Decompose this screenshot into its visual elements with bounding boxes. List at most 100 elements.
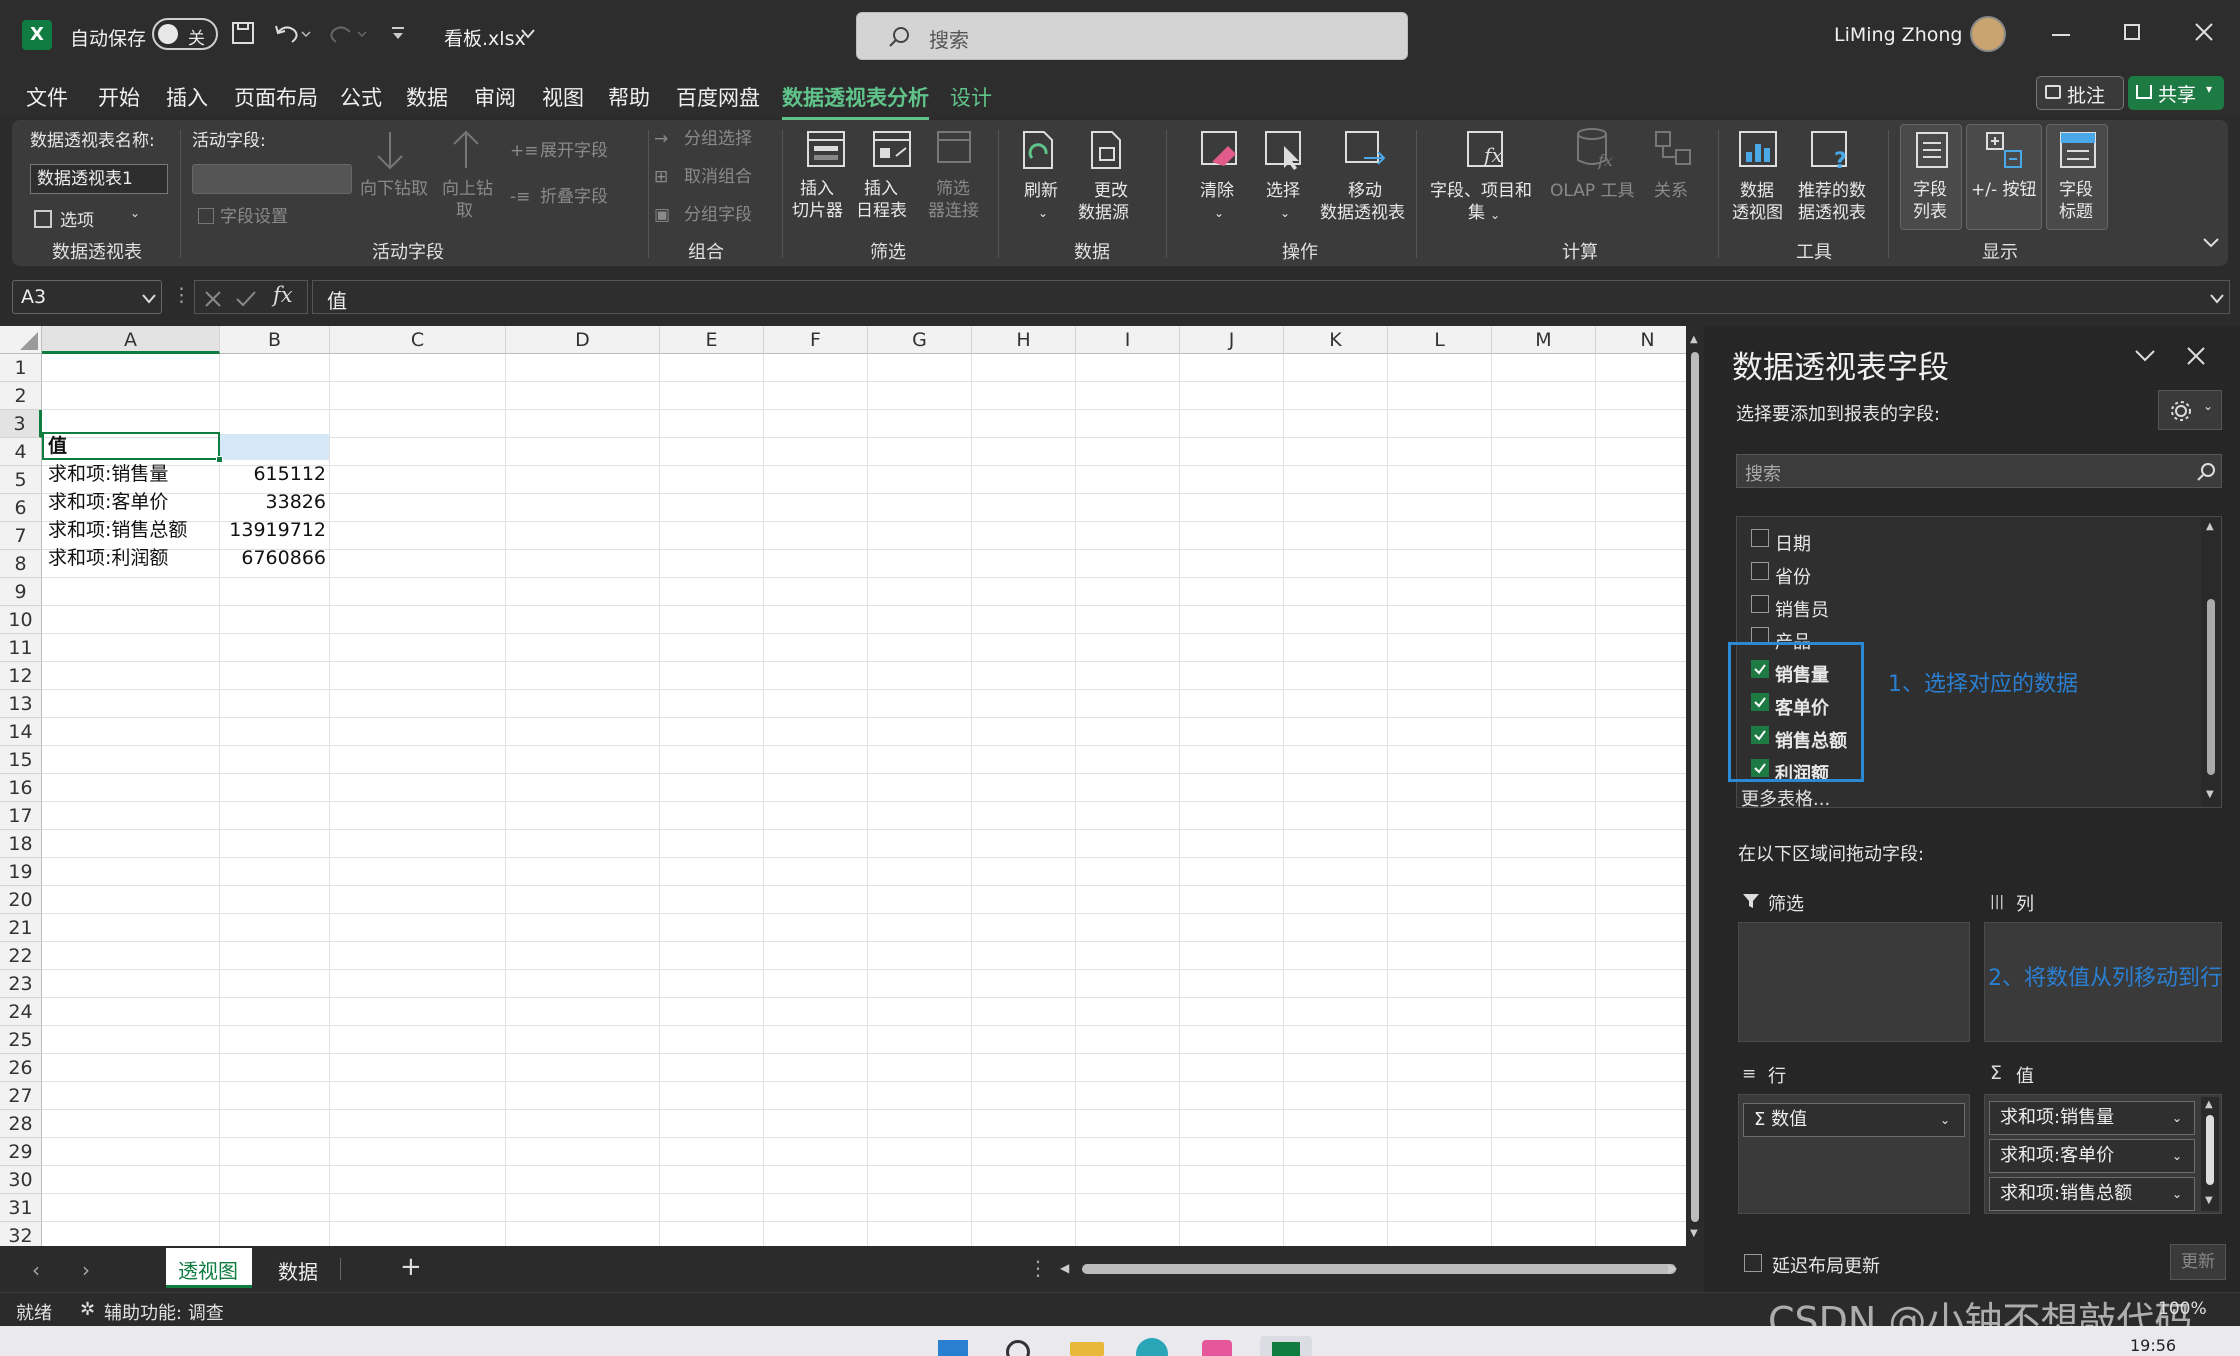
cancel-icon[interactable] <box>203 289 223 309</box>
name-box[interactable]: A3 <box>12 280 162 314</box>
row-header-6[interactable]: 6 <box>0 494 42 522</box>
row-header-30[interactable]: 30 <box>0 1166 42 1194</box>
row-header-31[interactable]: 31 <box>0 1194 42 1222</box>
row-header-3[interactable]: 3 <box>0 410 42 438</box>
horizontal-scrollbar[interactable]: ◀ ▶ <box>1058 1258 1686 1280</box>
cell-b7[interactable]: 6760866 <box>220 544 330 572</box>
cell-b6[interactable]: 13919712 <box>220 516 330 544</box>
row-header-28[interactable]: 28 <box>0 1110 42 1138</box>
clear-button[interactable]: 清除 <box>1200 180 1234 202</box>
column-header-n[interactable]: N <box>1596 326 1686 354</box>
values-scroll-thumb[interactable] <box>2206 1115 2214 1185</box>
scroll-down-icon[interactable]: ▼ <box>2205 1195 2213 1206</box>
accessibility-status[interactable]: 辅助功能: 调查 <box>104 1299 224 1325</box>
plus-minus-buttons[interactable]: +/- 按钮 <box>1966 124 2042 230</box>
insert-slicer-button[interactable]: 插入 <box>800 178 834 200</box>
pane-options-chevron-icon[interactable] <box>2134 348 2156 364</box>
expand-field-button[interactable]: 展开字段 <box>540 140 608 162</box>
row-header-9[interactable]: 9 <box>0 578 42 606</box>
vertical-scrollbar[interactable]: ▲ ▼ <box>1686 326 1704 1246</box>
ribbon-collapse-icon[interactable] <box>2202 236 2220 250</box>
field-list-scroll-thumb[interactable] <box>2207 599 2215 775</box>
scroll-right-icon[interactable]: ▶ <box>1668 1261 1677 1275</box>
cell-a5[interactable]: 求和项:客单价 <box>44 488 172 516</box>
tab-file[interactable]: 文件 <box>26 82 68 112</box>
column-header-m[interactable]: M <box>1492 326 1596 354</box>
row-header-16[interactable]: 16 <box>0 774 42 802</box>
values-scrollbar[interactable]: ▲ ▼ <box>2201 1097 2219 1211</box>
row-header-17[interactable]: 17 <box>0 802 42 830</box>
scroll-up-icon[interactable]: ▲ <box>2206 521 2214 532</box>
row-header-24[interactable]: 24 <box>0 998 42 1026</box>
column-header-c[interactable]: C <box>330 326 506 354</box>
options-button[interactable]: 选项 ⌄ <box>34 206 154 234</box>
field-search-input[interactable]: 搜索 <box>1736 454 2222 488</box>
cell-a4[interactable]: 求和项:销售量 <box>44 460 172 488</box>
start-icon[interactable] <box>938 1340 968 1356</box>
move-pivottable-button[interactable]: 移动 <box>1348 180 1382 202</box>
field-settings-button[interactable]: 字段设置 <box>220 206 288 228</box>
column-header-a[interactable]: A <box>42 326 220 354</box>
filter-connections-button[interactable]: 筛选 <box>936 178 970 200</box>
filter-drop-zone[interactable] <box>1738 922 1970 1042</box>
customize-qat-icon[interactable] <box>390 24 406 44</box>
row-header-27[interactable]: 27 <box>0 1082 42 1110</box>
rows-drop-zone[interactable]: Σ 数值 ⌄ <box>1738 1094 1970 1214</box>
cell-a3[interactable]: 值 <box>44 432 71 460</box>
confirm-icon[interactable] <box>235 289 257 309</box>
scroll-left-icon[interactable]: ◀ <box>1060 1261 1069 1275</box>
edge-icon[interactable] <box>1136 1338 1168 1356</box>
file-name[interactable]: 看板.xlsx <box>444 24 526 51</box>
field-list-button[interactable]: 字段 列表 <box>1900 124 1962 230</box>
add-sheet-button[interactable]: + <box>400 1252 422 1282</box>
close-icon[interactable] <box>2194 22 2214 42</box>
column-header-l[interactable]: L <box>1388 326 1492 354</box>
drill-down-button[interactable]: 向下钻取 <box>360 178 428 200</box>
drill-up-button[interactable]: 向上钻 <box>442 178 493 200</box>
checkbox[interactable] <box>1751 595 1769 613</box>
name-box-chevron-icon[interactable] <box>141 293 157 305</box>
olap-tools-button[interactable]: OLAP 工具 <box>1550 180 1635 202</box>
insert-timeline-button[interactable]: 插入 <box>864 178 898 200</box>
row-header-8[interactable]: 8 <box>0 550 42 578</box>
row-header-10[interactable]: 10 <box>0 606 42 634</box>
sheet-tab-data[interactable]: 数据 <box>278 1256 318 1285</box>
cell-b4[interactable]: 615112 <box>220 460 330 488</box>
formula-input[interactable]: 值 <box>312 280 2230 314</box>
autosave-toggle[interactable]: 关 <box>152 18 218 50</box>
tab-split-grip[interactable]: ⋮ <box>1028 1256 1048 1280</box>
values-item-unit-price[interactable]: 求和项:客单价 ⌄ <box>1989 1139 2195 1173</box>
select-all-corner[interactable] <box>0 326 42 354</box>
field-item-province[interactable]: 省份 <box>1737 558 2197 588</box>
row-header-32[interactable]: 32 <box>0 1222 42 1246</box>
row-header-7[interactable]: 7 <box>0 522 42 550</box>
row-header-11[interactable]: 11 <box>0 634 42 662</box>
scroll-up-icon[interactable]: ▲ <box>2205 1099 2213 1110</box>
tab-home[interactable]: 开始 <box>98 82 140 112</box>
spreadsheet-grid[interactable]: ABCDEFGHIJKLMN 1 2 3 4 5 6 7 8 9 10 11 12 13 14 15 16 17… <box>0 326 1686 1246</box>
cell-a6[interactable]: 求和项:销售总额 <box>44 516 191 544</box>
excel-taskbar-button[interactable] <box>1260 1336 1312 1356</box>
values-item-total-sales[interactable]: 求和项:销售总额 ⌄ <box>1989 1177 2195 1211</box>
row-header-2[interactable]: 2 <box>0 382 42 410</box>
minimize-icon[interactable] <box>2052 34 2070 36</box>
row-header-29[interactable]: 29 <box>0 1138 42 1166</box>
column-header-j[interactable]: J <box>1180 326 1284 354</box>
row-header-13[interactable]: 13 <box>0 690 42 718</box>
relationships-button[interactable]: 关系 <box>1654 180 1688 202</box>
column-header-b[interactable]: B <box>220 326 330 354</box>
column-header-i[interactable]: I <box>1076 326 1180 354</box>
expand-formula-icon[interactable] <box>2209 293 2225 305</box>
row-header-22[interactable]: 22 <box>0 942 42 970</box>
defer-update-checkbox[interactable] <box>1744 1254 1762 1272</box>
rows-item-values[interactable]: Σ 数值 ⌄ <box>1743 1103 1965 1137</box>
cell-b5[interactable]: 33826 <box>220 488 330 516</box>
field-item-salesperson[interactable]: 销售员 <box>1737 591 2197 621</box>
row-header-12[interactable]: 12 <box>0 662 42 690</box>
select-chevron-icon[interactable]: ⌄ <box>1280 202 1290 224</box>
row-header-1[interactable]: 1 <box>0 354 42 382</box>
insert-function-icon[interactable]: fx <box>273 283 293 307</box>
pane-close-icon[interactable] <box>2186 346 2206 366</box>
column-header-k[interactable]: K <box>1284 326 1388 354</box>
row-header-18[interactable]: 18 <box>0 830 42 858</box>
